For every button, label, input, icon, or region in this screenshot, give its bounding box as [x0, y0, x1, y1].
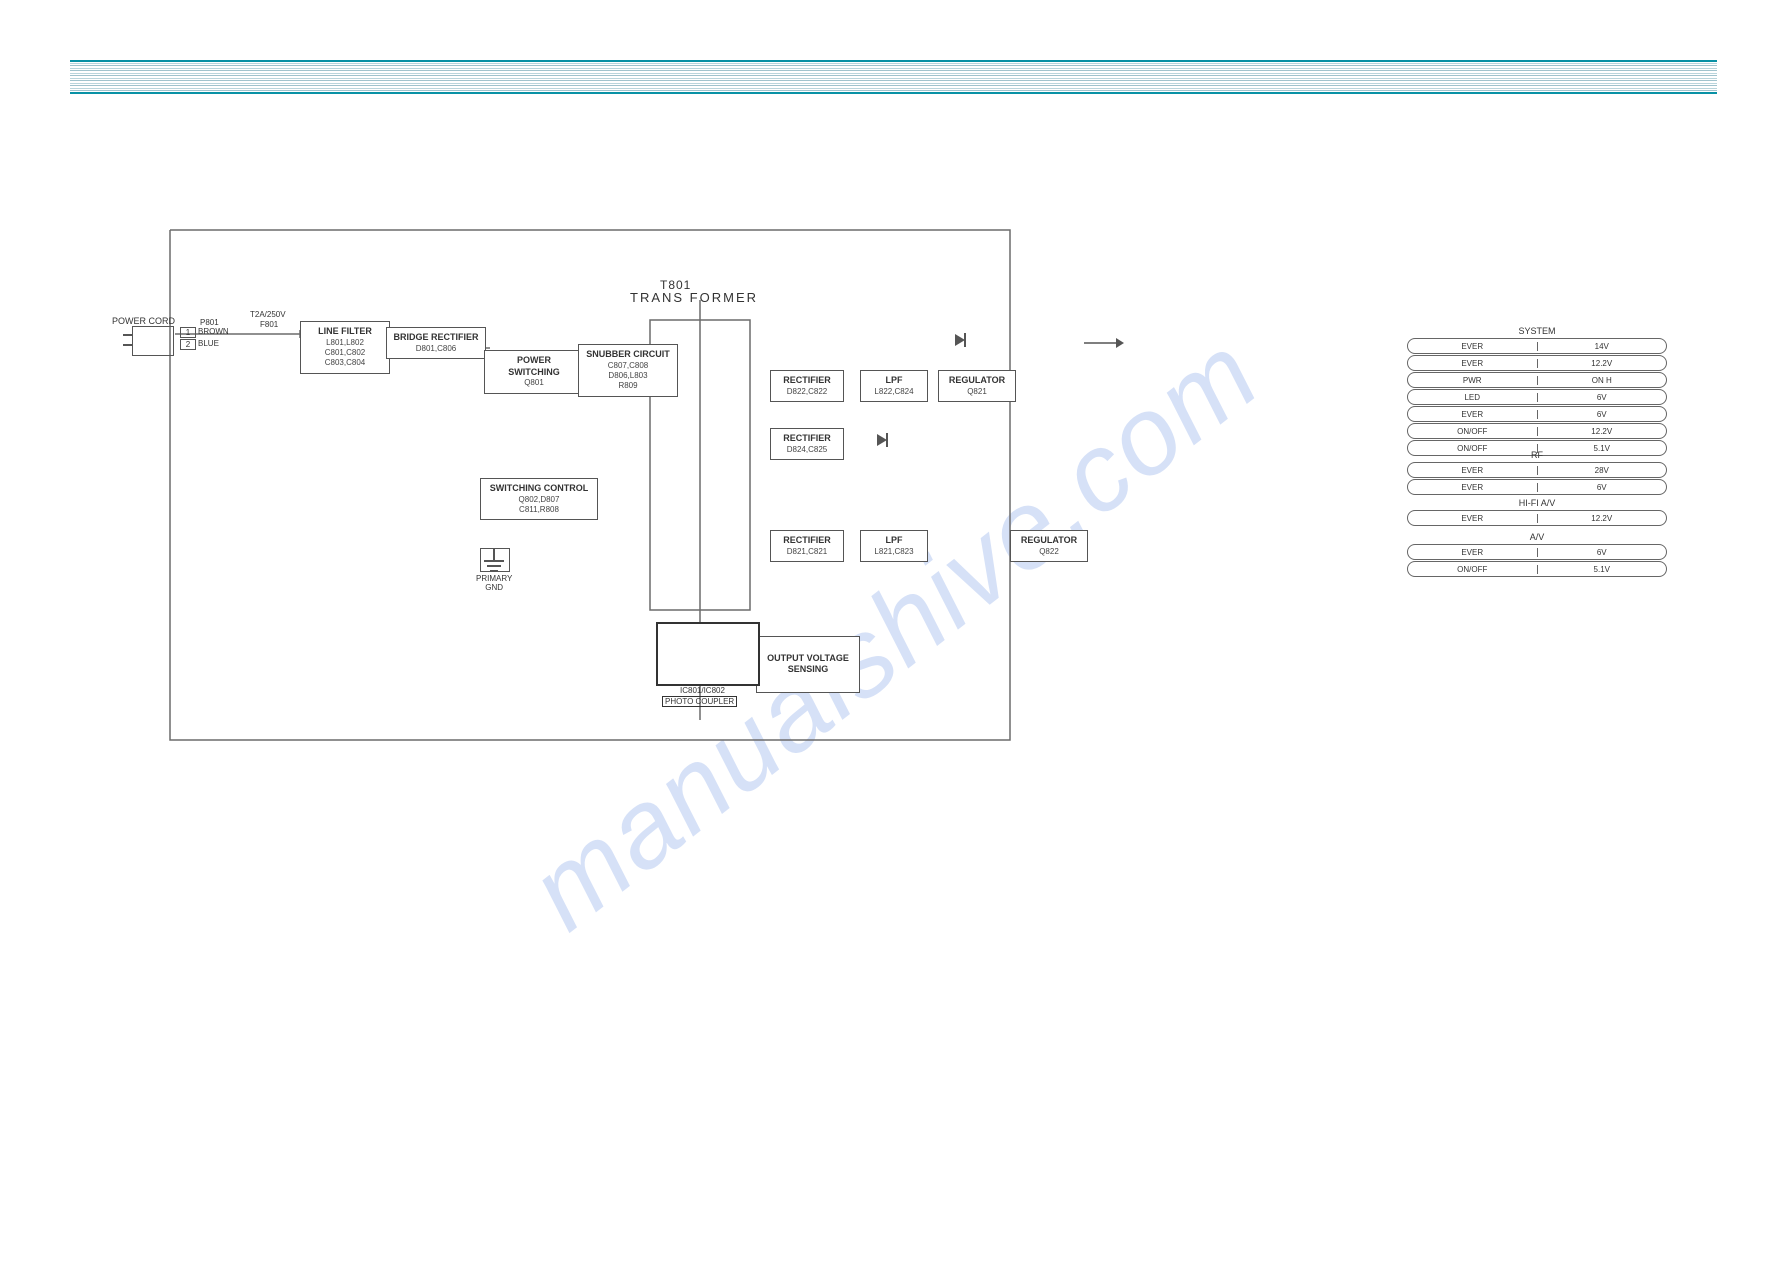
lpf1-title: LPF — [867, 375, 921, 387]
block-lpf-3: LPF L821,C823 — [860, 530, 928, 562]
block-lpf-1: LPF L822,C824 — [860, 370, 928, 402]
ground-icon — [482, 548, 506, 576]
output-group-system: SYSTEM EVER14VEVER12.2VPWRON HLED6VEVER6… — [1407, 326, 1667, 457]
reg1-title: REGULATOR — [945, 375, 1009, 387]
output-pill: LED6V — [1407, 389, 1667, 405]
photo-coupler-title: PHOTO COUPLER — [662, 696, 737, 707]
label-power-cord: POWER CORD — [112, 316, 175, 326]
rect2-title: RECTIFIER — [777, 433, 837, 445]
output-pill-value: 12.2V — [1538, 427, 1667, 436]
output-pill: EVER6V — [1407, 406, 1667, 422]
reg3-title: REGULATOR — [1017, 535, 1081, 547]
output-head-av: A/V — [1407, 532, 1667, 542]
photo-coupler — [656, 622, 760, 686]
rect3-sub: D821,C821 — [777, 547, 837, 557]
lpf1-sub: L822,C824 — [867, 387, 921, 397]
output-pill-value: 6V — [1538, 410, 1667, 419]
output-head-system: SYSTEM — [1407, 326, 1667, 336]
output-pill-key: ON/OFF — [1408, 565, 1538, 574]
output-pill-value: 6V — [1538, 548, 1667, 557]
output-pill-key: EVER — [1408, 410, 1538, 419]
power-switching-sub: Q801 — [491, 378, 577, 388]
block-switching-control: SWITCHING CONTROL Q802,D807 C811,R808 — [480, 478, 598, 520]
page: manualshive.com POWER CORD 1 2 BROWN BLU… — [0, 0, 1787, 1263]
primary-gnd-label: PRIMARY GND — [476, 574, 512, 592]
output-pill-key: EVER — [1408, 483, 1538, 492]
block-line-filter: LINE FILTER L801,L802 C801,C802 C803,C80… — [300, 321, 390, 374]
reg1-sub: Q821 — [945, 387, 1009, 397]
output-pill-value: 6V — [1538, 393, 1667, 402]
output-pill-key: EVER — [1408, 514, 1538, 523]
block-rectifier-2: RECTIFIER D824,C825 — [770, 428, 844, 460]
output-pill: EVER28V — [1407, 462, 1667, 478]
diode-icon — [946, 332, 974, 348]
output-pill: EVER12.2V — [1407, 355, 1667, 371]
output-pill-key: EVER — [1408, 466, 1538, 475]
output-pill-value: 6V — [1538, 483, 1667, 492]
bridge-sub: D801,C806 — [393, 344, 479, 354]
zener-icon — [868, 432, 896, 448]
rect1-sub: D822,C822 — [777, 387, 837, 397]
lpf3-title: LPF — [867, 535, 921, 547]
output-pill-key: EVER — [1408, 342, 1538, 351]
output-head-rf: RF — [1407, 450, 1667, 460]
rect3-title: RECTIFIER — [777, 535, 837, 547]
cord-color-1: BROWN — [198, 327, 229, 336]
photo-coupler-ref: IC801/IC802 — [680, 686, 725, 695]
wiring — [0, 0, 1787, 1263]
output-pill-key: PWR — [1408, 376, 1538, 385]
switching-control-title: SWITCHING CONTROL — [487, 483, 591, 495]
switch-ref: P801 — [200, 318, 219, 327]
switching-control-sub: Q802,D807 C811,R808 — [487, 495, 591, 516]
output-head-hifi: HI-FI A/V — [1407, 498, 1667, 508]
output-pill: EVER6V — [1407, 479, 1667, 495]
snubber-sub: C807,C808 D806,L803 R809 — [585, 361, 671, 392]
reg3-sub: Q822 — [1017, 547, 1081, 557]
output-pill-key: EVER — [1408, 548, 1538, 557]
ovs-title: OUTPUT VOLTAGE SENSING — [763, 653, 853, 676]
output-pill-value: 5.1V — [1538, 565, 1667, 574]
block-regulator-3: REGULATOR Q822 — [1010, 530, 1088, 562]
fuse-ref: F801 — [260, 320, 278, 329]
fuse-rating: T2A/250V — [250, 310, 286, 319]
block-rectifier-1: RECTIFIER D822,C822 — [770, 370, 844, 402]
output-pill-value: 12.2V — [1538, 359, 1667, 368]
cord-pin-2: 2 — [180, 339, 196, 350]
lpf3-sub: L821,C823 — [867, 547, 921, 557]
power-switching-title: POWER SWITCHING — [491, 355, 577, 378]
output-group-rf: RF EVER28VEVER6V — [1407, 450, 1667, 496]
output-pill: ON/OFF5.1V — [1407, 561, 1667, 577]
block-rectifier-3: RECTIFIER D821,C821 — [770, 530, 844, 562]
cord-pin-1: 1 — [180, 327, 196, 338]
transformer-title: TRANS FORMER — [630, 290, 758, 305]
output-pill-value: 28V — [1538, 466, 1667, 475]
block-snubber: SNUBBER CIRCUIT C807,C808 D806,L803 R809 — [578, 344, 678, 397]
output-pill-value: 14V — [1538, 342, 1667, 351]
output-pill: EVER14V — [1407, 338, 1667, 354]
output-pill: PWRON H — [1407, 372, 1667, 388]
snubber-title: SNUBBER CIRCUIT — [585, 349, 671, 361]
output-pill-value: ON H — [1538, 376, 1667, 385]
output-pill-key: LED — [1408, 393, 1538, 402]
bridge-title: BRIDGE RECTIFIER — [393, 332, 479, 344]
output-pill: EVER12.2V — [1407, 510, 1667, 526]
output-pill: ON/OFF12.2V — [1407, 423, 1667, 439]
rect2-sub: D824,C825 — [777, 445, 837, 455]
line-filter-sub: L801,L802 C801,C802 C803,C804 — [307, 338, 383, 369]
output-group-hifi: HI-FI A/V EVER12.2V — [1407, 498, 1667, 527]
output-pill-value: 12.2V — [1538, 514, 1667, 523]
cord-color-2: BLUE — [198, 339, 219, 348]
output-pill-key: ON/OFF — [1408, 427, 1538, 436]
output-group-av: A/V EVER6VON/OFF5.1V — [1407, 532, 1667, 578]
rect1-title: RECTIFIER — [777, 375, 837, 387]
block-regulator-1: REGULATOR Q821 — [938, 370, 1016, 402]
line-filter-title: LINE FILTER — [307, 326, 383, 338]
arrow-icon — [1084, 336, 1124, 350]
output-pill-key: EVER — [1408, 359, 1538, 368]
block-power-switching: POWER SWITCHING Q801 — [484, 350, 584, 394]
block-output-voltage-sensing: OUTPUT VOLTAGE SENSING — [756, 636, 860, 693]
plug-icon — [132, 326, 174, 356]
output-pill: EVER6V — [1407, 544, 1667, 560]
block-bridge-rectifier: BRIDGE RECTIFIER D801,C806 — [386, 327, 486, 359]
